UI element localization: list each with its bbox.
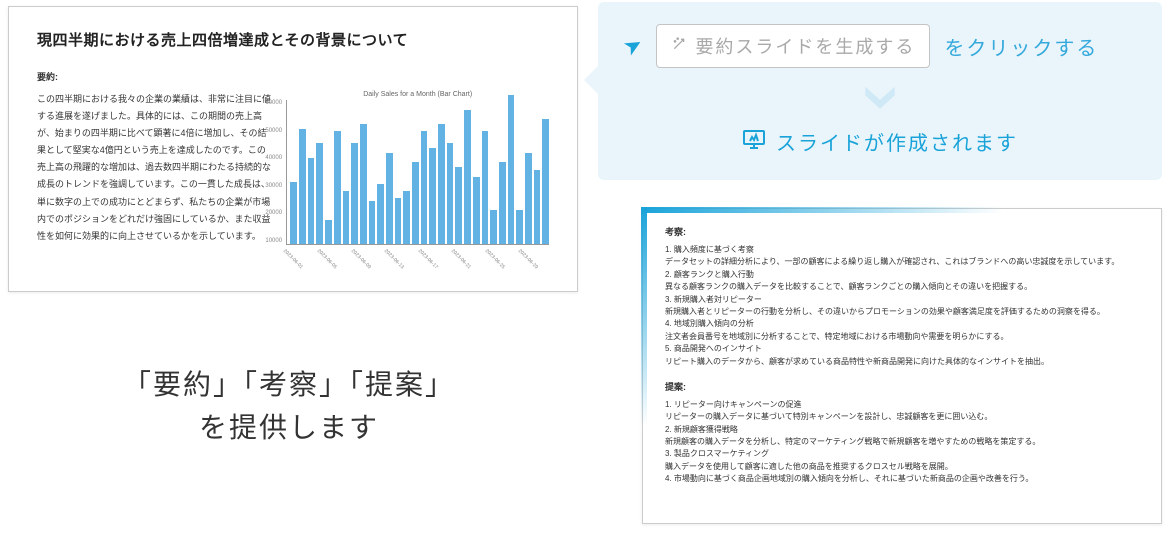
bar <box>351 143 358 244</box>
result-text: スライドが作成されます <box>776 127 1018 156</box>
bar <box>438 124 445 244</box>
bar <box>395 198 402 244</box>
bar <box>490 210 497 244</box>
down-arrow-icon <box>624 82 1136 117</box>
list-item: 5. 商品開発へのインサイト <box>665 343 1139 355</box>
click-instruction-text: をクリックする <box>944 32 1098 61</box>
kousatsu-label: 考察: <box>665 225 1139 238</box>
summary-text: この四半期における我々の企業の業績は、非常に注目に値する進展を遂げました。具体的… <box>37 91 272 274</box>
list-item: 2. 顧客ランクと購入行動 <box>665 269 1139 281</box>
bar <box>377 184 384 244</box>
bar <box>447 143 454 244</box>
list-item: 3. 新規購入者対リピーター <box>665 294 1139 306</box>
bar <box>386 153 393 244</box>
bar <box>325 220 332 244</box>
bar <box>412 162 419 244</box>
list-item: 1. リピーター向けキャンペーンの促進 <box>665 399 1139 411</box>
list-item: 4. 地域別購入傾向の分析 <box>665 318 1139 330</box>
bar <box>403 191 410 244</box>
bar <box>525 153 532 244</box>
bar <box>516 210 523 244</box>
list-item-body: 新規顧客の購入データを分析し、特定のマーケティング戦略で新規顧客を増やすための戦… <box>665 436 1139 448</box>
bar <box>473 177 480 244</box>
bar <box>360 124 367 244</box>
chart-y-ticks: 600005000040000300002000010000 <box>265 100 282 244</box>
generate-summary-button[interactable]: 要約スライドを生成する <box>656 24 930 68</box>
summary-label: 要約: <box>37 70 549 83</box>
list-item-body: 新規購入者とリピーターの行動を分析し、その違いからプロモーションの効果や顧客満足… <box>665 306 1139 318</box>
list-item: 1. 購入頻度に基づく考察 <box>665 244 1139 256</box>
slide-title: 現四半期における売上四倍増達成とその背景について <box>37 29 549 50</box>
bar <box>369 201 376 244</box>
cursor-arrow-icon: ➤ <box>619 30 648 62</box>
instruction-bubble: ➤ 要約スライドを生成する をクリックする スライドが作成されます <box>598 2 1162 180</box>
list-item-body: 購入データを使用して顧客に適した他の商品を推奨するクロスセル戦略を展開。 <box>665 461 1139 473</box>
bar <box>334 131 341 244</box>
list-item-body: リピーターの購入データに基づいて特別キャンペーンを設計し、忠誠顧客を更に囲い込む… <box>665 411 1139 423</box>
bar <box>299 129 306 244</box>
bar-chart: 600005000040000300002000010000 <box>286 100 549 245</box>
caption-line1: 「要約」「考察」「提案」 <box>44 364 534 406</box>
list-item-body: データセットの詳細分析により、一部の顧客による繰り返し購入が確認され、これはブラ… <box>665 256 1139 268</box>
bar <box>482 131 489 244</box>
bar <box>534 170 541 244</box>
bar <box>308 158 315 244</box>
bar <box>290 182 297 244</box>
caption-line2: を提供します <box>44 406 534 446</box>
list-item: 4. 市場動向に基づく商品企画地域別の購入傾向を分析し、それに基づいた新商品の企… <box>665 473 1139 485</box>
list-item: 2. 新規顧客獲得戦略 <box>665 424 1139 436</box>
bar <box>421 131 428 244</box>
generate-button-label: 要約スライドを生成する <box>695 33 915 59</box>
wand-icon <box>671 36 687 57</box>
generated-slide-card: 考察: 1. 購入頻度に基づく考察データセットの詳細分析により、一部の顧客による… <box>642 208 1162 524</box>
kousatsu-list: 1. 購入頻度に基づく考察データセットの詳細分析により、一部の顧客による繰り返し… <box>665 244 1139 368</box>
bar <box>464 110 471 244</box>
list-item-body: リピート購入のデータから、顧客が求めている商品特性や新商品開発に向けた具体的なイ… <box>665 356 1139 368</box>
source-slide-card: 現四半期における売上四倍増達成とその背景について 要約: この四半期における我々… <box>8 6 578 292</box>
list-item-body: 注文者会員番号を地域別に分析することで、特定地域における市場動向や需要を明らかに… <box>665 331 1139 343</box>
bar <box>508 95 515 244</box>
chart-container: Daily Sales for a Month (Bar Chart) 6000… <box>286 91 549 274</box>
bar <box>499 162 506 244</box>
teian-label: 提案: <box>665 380 1139 393</box>
presentation-icon <box>742 129 766 155</box>
bar <box>316 143 323 244</box>
bubble-row1: ➤ 要約スライドを生成する をクリックする <box>624 24 1136 68</box>
caption: 「要約」「考察」「提案」 を提供します <box>44 364 534 446</box>
bubble-row2: スライドが作成されます <box>624 127 1136 156</box>
teian-list: 1. リピーター向けキャンペーンの促進リピーターの購入データに基づいて特別キャン… <box>665 399 1139 486</box>
chart-x-ticks: 2023-06-012023-06-052023-06-092023-06-13… <box>286 248 549 274</box>
list-item: 3. 製品クロスマーケティング <box>665 448 1139 460</box>
bar <box>429 148 436 244</box>
list-item-body: 異なる顧客ランクの購入データを比較することで、顧客ランクごとの購入傾向とその違い… <box>665 281 1139 293</box>
bar <box>343 191 350 244</box>
bar <box>455 167 462 244</box>
bar <box>542 119 549 244</box>
slide-body: この四半期における我々の企業の業績は、非常に注目に値する進展を遂げました。具体的… <box>37 91 549 274</box>
